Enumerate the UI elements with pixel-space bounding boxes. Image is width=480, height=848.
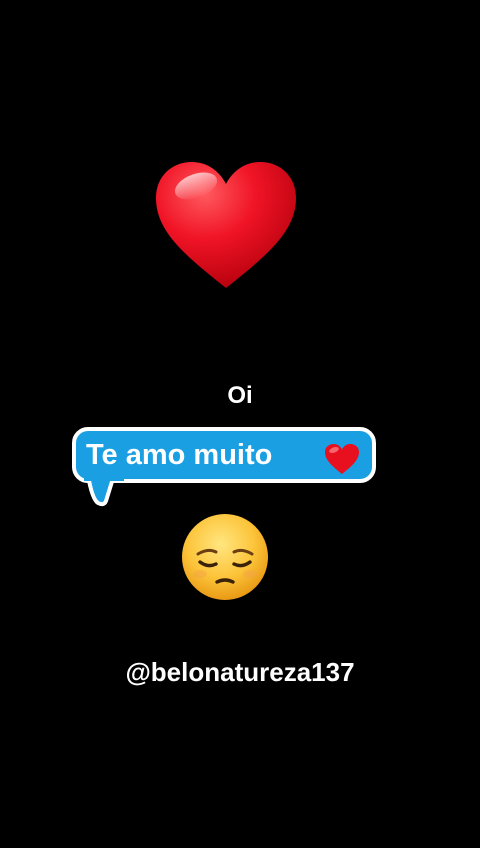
heart-icon — [325, 444, 359, 474]
message-text: Te amo muito — [86, 439, 273, 471]
message-bubble: Te amo muito — [72, 427, 388, 509]
greeting-text: Oi — [227, 382, 253, 409]
pensive-face-icon — [182, 514, 268, 600]
username-handle: @belonatureza137 — [125, 657, 355, 687]
screen: Oi Te amo muito @belonatureza137 — [0, 0, 480, 848]
heart-icon — [156, 162, 296, 288]
